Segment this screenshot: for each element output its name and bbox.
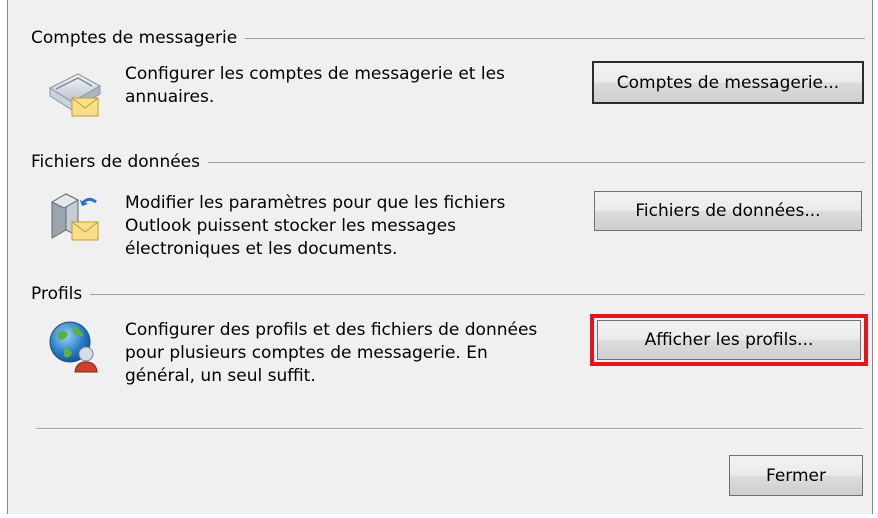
profiles-description-line: général, un seul suffit. [125, 366, 316, 386]
accounts-description: Configurer les comptes de messagerie et … [125, 63, 505, 109]
show-profiles-button[interactable]: Afficher les profils... [597, 320, 861, 360]
group-title-datafiles: Fichiers de données [31, 151, 865, 173]
data-files-icon [50, 193, 99, 241]
profiles-description: Configurer des profils et des fichiers d… [125, 319, 537, 388]
accounts-description-line: annuaires. [125, 87, 215, 107]
profiles-description-line: Configurer des profils et des fichiers d… [125, 320, 538, 340]
accounts-description-line: Configurer les comptes de messagerie et … [125, 64, 505, 84]
email-accounts-icon [48, 73, 102, 117]
group-divider [208, 161, 865, 163]
close-button[interactable]: Fermer [729, 455, 863, 496]
group-title-profiles: Profils [31, 283, 865, 305]
group-title-datafiles-label: Fichiers de données [31, 152, 200, 172]
data-files-button[interactable]: Fichiers de données... [594, 191, 862, 231]
datafiles-description-line: Modifier les paramètres pour que les fic… [125, 193, 506, 213]
datafiles-description: Modifier les paramètres pour que les fic… [125, 192, 505, 261]
profiles-description-line: pour plusieurs comptes de messagerie. En [125, 343, 488, 363]
datafiles-description-line: Outlook puissent stocker les messages [125, 216, 456, 236]
group-title-profiles-label: Profils [31, 284, 83, 304]
profiles-globe-icon [49, 321, 98, 373]
datafiles-description-line: électroniques et les documents. [125, 239, 398, 259]
email-accounts-button[interactable]: Comptes de messagerie... [592, 61, 864, 104]
group-divider [90, 293, 865, 295]
group-title-accounts-label: Comptes de messagerie [31, 28, 238, 48]
group-divider [245, 37, 865, 39]
footer-separator [36, 428, 863, 430]
group-title-accounts: Comptes de messagerie [31, 27, 865, 49]
